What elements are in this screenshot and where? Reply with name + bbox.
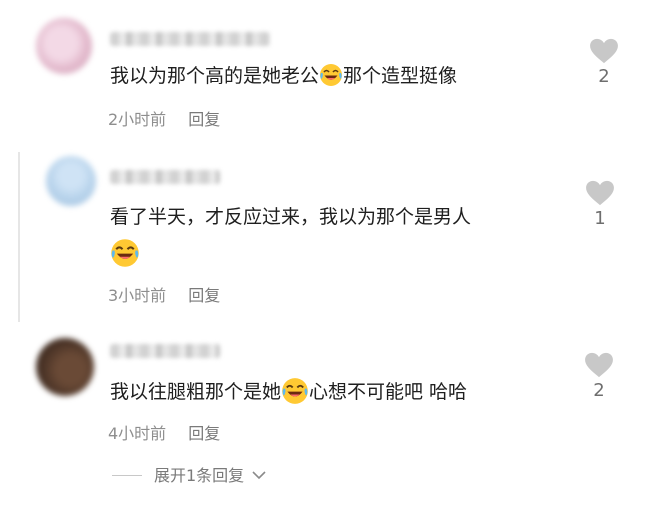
- chevron-down-icon: [252, 471, 266, 480]
- timestamp: 3小时前: [108, 286, 167, 305]
- comment-text: 我以往腿粗那个是她 心想不可能吧 哈哈: [110, 377, 467, 405]
- divider: [112, 475, 142, 476]
- comment-text-part2: 心想不可能吧 哈哈: [309, 381, 468, 403]
- timestamp: 4小时前: [108, 424, 167, 443]
- like-count: 2: [593, 380, 605, 401]
- reply-button[interactable]: 回复: [188, 424, 220, 443]
- avatar[interactable]: [36, 338, 94, 396]
- reply-button[interactable]: 回复: [188, 286, 220, 305]
- heart-icon: [584, 352, 614, 378]
- comment-text: 我以为那个高的是她老公 那个造型挺像: [110, 63, 457, 88]
- laughing-tears-emoji-icon: [319, 63, 343, 87]
- like-count: 2: [598, 66, 610, 87]
- laughing-tears-emoji-icon: [110, 238, 140, 268]
- avatar[interactable]: [36, 18, 92, 74]
- comment-meta: 4小时前 回复: [108, 420, 220, 444]
- heart-icon: [589, 38, 619, 64]
- comment-text-part1: 我以往腿粗那个是她: [110, 381, 282, 403]
- like-button[interactable]: 2: [586, 38, 622, 87]
- like-button[interactable]: 2: [581, 352, 617, 401]
- comment-text-part1: 我以为那个高的是她老公: [110, 65, 320, 87]
- comment-meta: 3小时前 回复: [108, 282, 220, 306]
- like-button[interactable]: 1: [582, 180, 618, 229]
- comment-text-line2: [110, 238, 140, 269]
- like-count: 1: [594, 208, 606, 229]
- expand-replies-label: 展开1条回复: [154, 466, 245, 485]
- timestamp: 2小时前: [108, 110, 167, 129]
- username-blurred[interactable]: [110, 344, 220, 358]
- avatar[interactable]: [46, 156, 96, 206]
- comment-meta: 2小时前 回复: [108, 106, 220, 130]
- reply-button[interactable]: 回复: [188, 110, 220, 129]
- thread-line: [18, 152, 20, 322]
- comment-text: 看了半天，才反应过来，我以为那个是男人: [110, 206, 472, 228]
- laughing-tears-emoji-icon: [281, 377, 309, 405]
- username-blurred[interactable]: [110, 32, 270, 46]
- username-blurred[interactable]: [110, 170, 220, 184]
- comment-text-part2: 那个造型挺像: [343, 65, 458, 87]
- expand-replies-button[interactable]: 展开1条回复: [112, 462, 266, 486]
- heart-icon: [585, 180, 615, 206]
